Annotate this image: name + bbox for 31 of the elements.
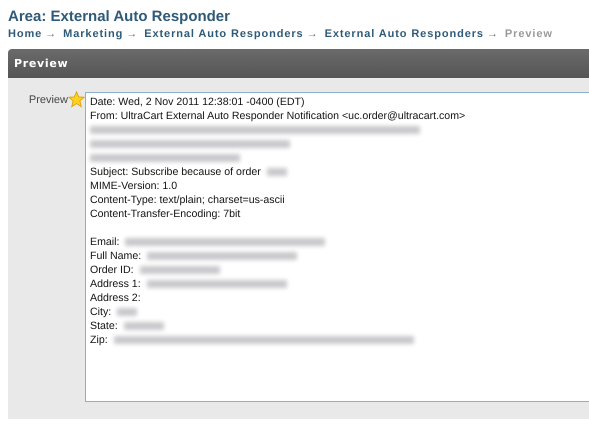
- breadcrumb-separator: →: [45, 27, 56, 41]
- current-page-label: Preview: [504, 27, 553, 41]
- blurred-text: [124, 322, 164, 330]
- message-line: Subject: Subscribe because of order: [90, 165, 261, 179]
- panel-title: Preview: [14, 57, 68, 70]
- message-line: State:: [90, 319, 118, 333]
- message-line: City:: [90, 305, 112, 319]
- message-line: Address 1:: [90, 277, 141, 291]
- message-line: Full Name:: [90, 249, 142, 263]
- star-icon: [68, 91, 85, 108]
- breadcrumb-separator: →: [486, 27, 498, 41]
- breadcrumb-link[interactable]: External Auto Responders: [324, 27, 484, 41]
- message-line: Date: Wed, 2 Nov 2011 12:38:01 -0400 (EDT): [90, 95, 305, 109]
- message-line: Email:: [90, 235, 120, 249]
- message-line: Content-Type: text/plain; charset=us-ascii: [90, 193, 285, 207]
- page-title: Area: External Auto Responder: [8, 8, 231, 26]
- message-line: Zip:: [90, 333, 108, 347]
- message-line: Address 2:: [90, 291, 141, 305]
- message-line: Order ID:: [90, 263, 134, 277]
- message-line: MIME-Version: 1.0: [90, 179, 178, 193]
- field-label: Preview: [28, 94, 68, 106]
- blurred-text: [266, 168, 287, 176]
- breadcrumb-separator: →: [126, 27, 138, 41]
- breadcrumb-link[interactable]: Marketing: [63, 27, 124, 41]
- message-field[interactable]: [85, 92, 589, 402]
- breadcrumb-separator: →: [306, 27, 318, 41]
- breadcrumb-link[interactable]: External Auto Responders: [144, 27, 304, 41]
- breadcrumb-link[interactable]: Home: [8, 27, 42, 41]
- message-line: Content-Transfer-Encoding: 7bit: [90, 207, 240, 221]
- blurred-text: [117, 308, 138, 316]
- message-line: From: UltraCart External Auto Responder Notification <uc.order@ultracart.com>: [90, 109, 466, 123]
